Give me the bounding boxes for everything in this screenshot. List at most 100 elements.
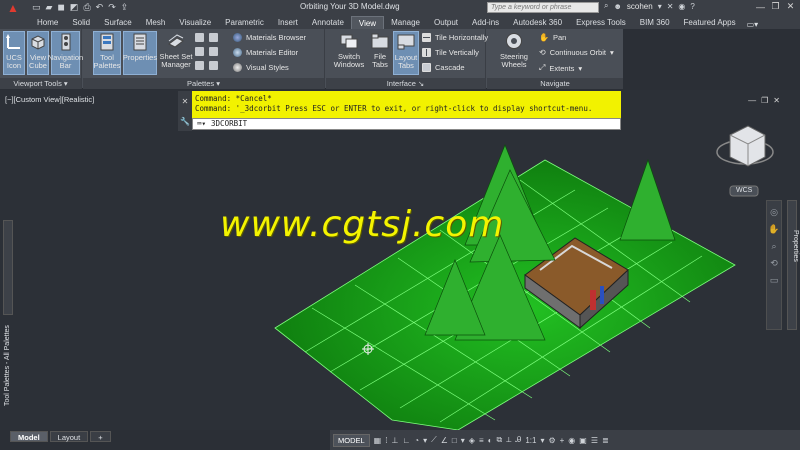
undo-icon[interactable]: ↶ (96, 2, 104, 13)
redo-icon[interactable]: ↷ (108, 2, 116, 13)
lineweight-icon[interactable]: ≡ (479, 436, 484, 445)
tab-home[interactable]: Home (30, 16, 65, 29)
a360-icon[interactable]: ◉ (678, 2, 685, 11)
cascade-button[interactable]: Cascade (422, 63, 465, 72)
file-tabs-button[interactable]: File Tabs (369, 31, 391, 75)
orbit-icon[interactable]: ⟲ (770, 258, 778, 269)
full-navigation-wheel-icon[interactable]: ◎ (770, 207, 778, 218)
save-as-icon[interactable]: ◩ (70, 2, 79, 13)
continuous-orbit-button[interactable]: ⟲ Continuous Orbit ▾ (539, 48, 614, 57)
share-icon[interactable]: ⇪ (121, 2, 129, 13)
command-line-input[interactable]: ⌨▾ 3DCORBIT (192, 118, 621, 130)
tab-parametric[interactable]: Parametric (218, 16, 271, 29)
steering-wheels-button[interactable]: Steering Wheels (497, 31, 531, 75)
object-snap-tracking-icon[interactable]: ∠ (441, 436, 448, 445)
close-button[interactable]: ✕ (783, 0, 798, 13)
viewport-restore-button[interactable]: ❐ (761, 96, 768, 105)
chevron-down-icon[interactable]: ▾ (610, 48, 614, 57)
tool-palettes-collapsed-bar[interactable] (3, 220, 13, 315)
materials-browser-button[interactable]: Materials Browser (233, 33, 306, 42)
open-icon[interactable]: ▰ (46, 2, 53, 13)
isolate-objects-icon[interactable]: ◉ (568, 436, 575, 445)
tab-visualize[interactable]: Visualize (172, 16, 218, 29)
command-prompt-icon[interactable]: ⌨▾ (197, 119, 206, 129)
properties-button[interactable]: Properties (123, 31, 157, 75)
showmotion-icon[interactable]: ▭ (770, 275, 779, 286)
tab-insert[interactable]: Insert (271, 16, 305, 29)
viewport-controls-label[interactable]: [−][Custom View][Realistic] (5, 95, 94, 104)
add-layout-button[interactable]: + (90, 431, 111, 442)
panel-title-viewport-tools[interactable]: Viewport Tools ▾ (0, 78, 81, 89)
tool-palettes-button[interactable]: Tool Palettes (93, 31, 121, 75)
polar-icon[interactable]: ◔ (414, 436, 419, 445)
chevron-down-icon[interactable]: ▾ (540, 436, 544, 445)
tab-surface[interactable]: Surface (97, 16, 139, 29)
annotation-scale-button[interactable]: 1:1 (525, 436, 536, 445)
model-space-button[interactable]: MODEL (333, 433, 370, 447)
clean-screen-icon[interactable]: ☰ (591, 436, 598, 445)
tab-output[interactable]: Output (427, 16, 465, 29)
annotation-visibility-icon[interactable]: Ꭿ (516, 435, 522, 445)
tool-palettes-label[interactable]: Tool Palettes - All Palettes (2, 318, 14, 408)
user-icon[interactable]: ☻ (613, 2, 621, 11)
tab-manage[interactable]: Manage (384, 16, 427, 29)
gizmo-icon[interactable]: ⟂ (506, 435, 511, 445)
search-input[interactable]: Type a keyword or phrase (487, 2, 599, 13)
chevron-down-icon[interactable]: ▾ (461, 436, 465, 445)
maximize-button[interactable]: ❐ (768, 0, 783, 13)
ortho-icon[interactable]: ∟ (402, 436, 410, 445)
chevron-down-icon[interactable]: ▾ (658, 2, 662, 11)
tile-horizontally-button[interactable]: Tile Horizontally (422, 33, 488, 42)
tab-layout[interactable]: Layout (49, 431, 89, 442)
dbconnect-icon[interactable] (195, 33, 204, 42)
workspace-gear-icon[interactable]: ⚙ (548, 436, 555, 445)
grid-icon[interactable]: ▦ (374, 436, 382, 445)
visual-styles-button[interactable]: Visual Styles (233, 63, 289, 72)
panel-title-interface[interactable]: Interface ↘ (326, 78, 485, 89)
markup-icon[interactable] (195, 47, 204, 56)
external-references-icon[interactable] (209, 47, 218, 56)
chevron-down-icon[interactable]: ▾ (578, 64, 582, 73)
quickcalc-icon[interactable] (195, 61, 204, 70)
tab-model[interactable]: Model (10, 431, 48, 442)
navigation-bar-button[interactable]: Navigation Bar (48, 31, 83, 75)
panel-title-palettes[interactable]: Palettes ▾ (83, 78, 324, 89)
tab-solid[interactable]: Solid (65, 16, 97, 29)
tab-featured-apps[interactable]: Featured Apps (677, 16, 743, 29)
infer-constraints-icon[interactable]: ⊥ (391, 436, 398, 445)
viewcube[interactable] (716, 125, 774, 167)
layer-icon[interactable] (209, 61, 218, 70)
print-icon[interactable]: ⎙ (83, 2, 90, 13)
pan-icon[interactable]: ✋ (768, 224, 779, 235)
properties-label[interactable]: Properties (786, 230, 800, 290)
user-name[interactable]: scohen (627, 2, 653, 11)
pan-button[interactable]: ✋ Pan (539, 33, 566, 42)
customize-icon[interactable]: ≣ (602, 436, 609, 445)
ucs-icon-button[interactable]: UCS Icon (3, 31, 25, 75)
wrench-icon[interactable]: 🔧 (180, 117, 190, 126)
selection-cycling-icon[interactable]: ⧉ (496, 435, 502, 445)
tab-bim-360[interactable]: BIM 360 (633, 16, 677, 29)
hardware-acceleration-icon[interactable]: ▣ (579, 436, 587, 445)
isodraft-icon[interactable]: ⟋ (431, 435, 437, 445)
binoculars-icon[interactable]: ⌕ (604, 1, 608, 11)
sheet-set-manager-button[interactable]: Sheet Set Manager (159, 31, 193, 75)
close-icon[interactable]: ✕ (182, 97, 189, 106)
materials-editor-button[interactable]: Materials Editor (233, 48, 298, 57)
tile-vertically-button[interactable]: Tile Vertically (422, 48, 479, 57)
help-icon[interactable]: ? (690, 2, 694, 11)
transparency-icon[interactable]: ◐ (488, 436, 493, 445)
tab-mesh[interactable]: Mesh (139, 16, 173, 29)
tab-autodesk-360[interactable]: Autodesk 360 (506, 16, 569, 29)
design-center-icon[interactable] (209, 33, 218, 42)
tab-express-tools[interactable]: Express Tools (569, 16, 633, 29)
application-menu-button[interactable]: ▲ (0, 0, 26, 15)
minimize-button[interactable]: — (753, 0, 768, 13)
chevron-down-icon[interactable]: ▾ (423, 436, 427, 445)
command-window-grip[interactable]: ✕ 🔧 (178, 91, 192, 131)
viewport-close-button[interactable]: ✕ (773, 96, 780, 105)
panel-title-navigate[interactable]: Navigate (487, 78, 623, 89)
tab-view[interactable]: View (350, 16, 385, 29)
layout-tabs-button[interactable]: Layout Tabs (393, 31, 419, 75)
new-icon[interactable]: ▭ (32, 2, 41, 13)
